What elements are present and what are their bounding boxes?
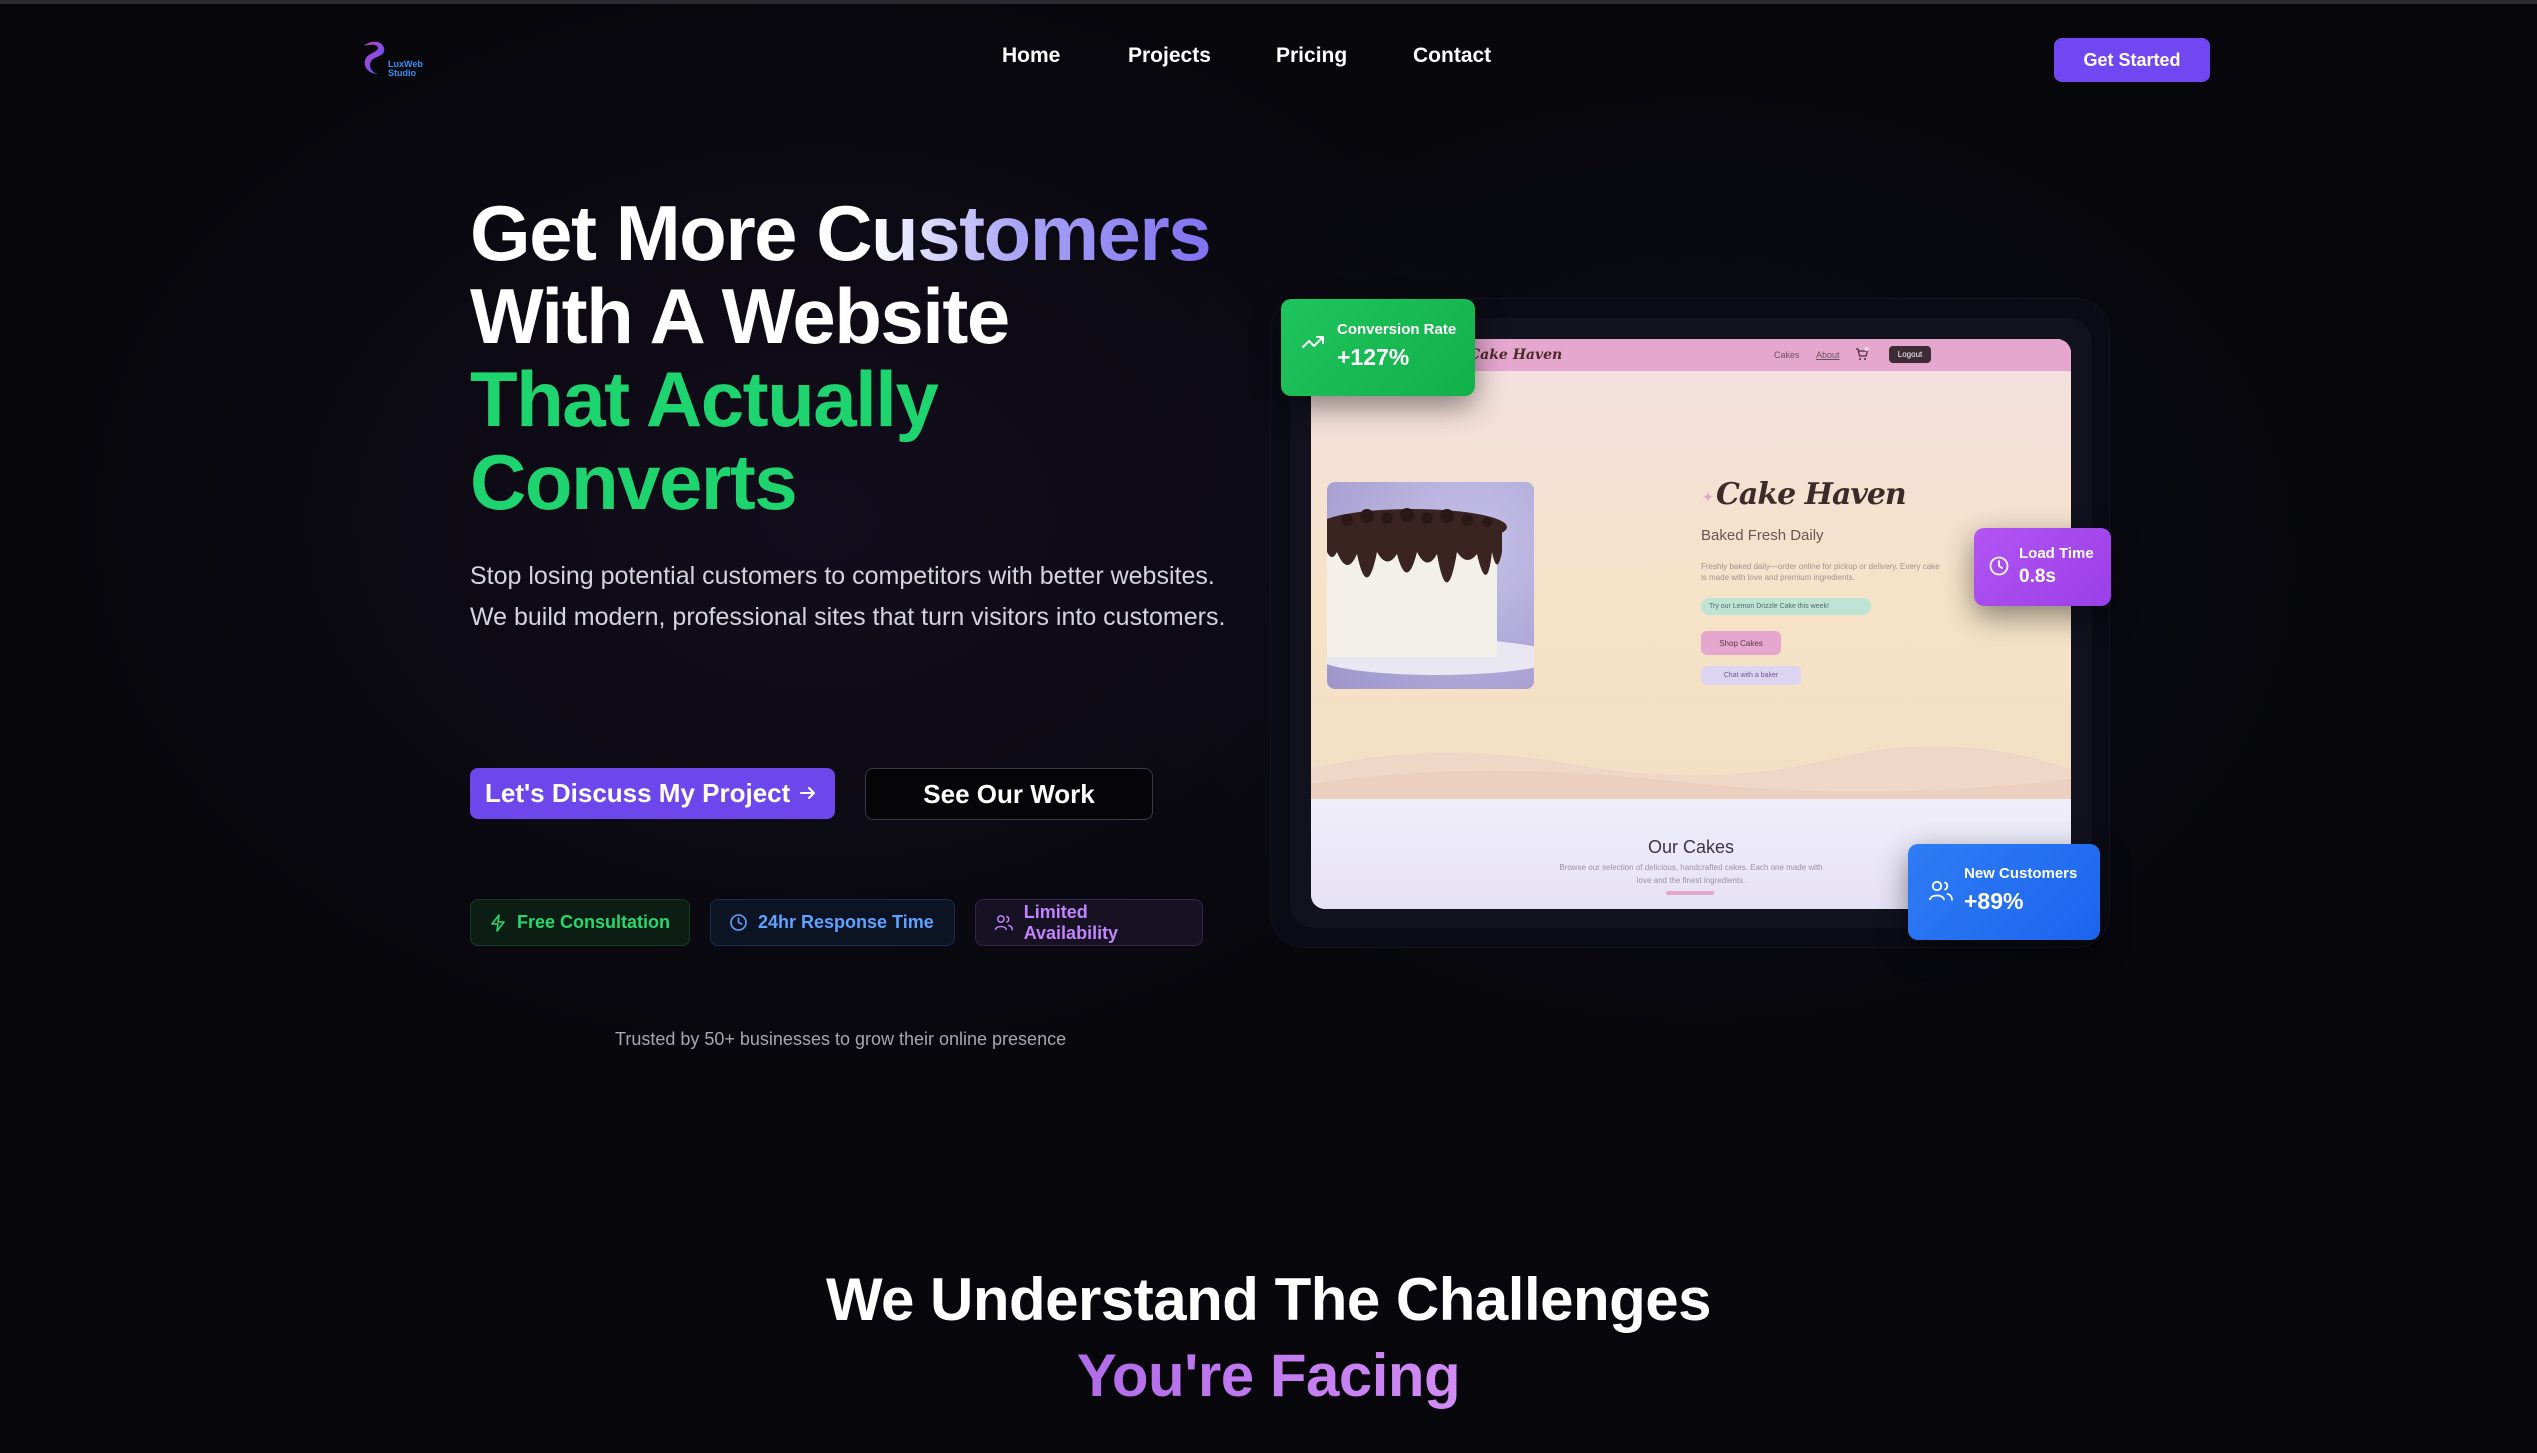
- headline-line2: With A Website: [470, 275, 1230, 358]
- top-border: [0, 0, 2537, 4]
- challenges-heading: We Understand The Challenges You're Faci…: [0, 1262, 2537, 1414]
- hero-subtext: Stop losing potential customers to compe…: [470, 562, 1226, 631]
- clock-icon: [730, 914, 747, 931]
- cake-image: [1327, 482, 1534, 689]
- stat-card-load-time: Load Time 0.8s: [1974, 528, 2111, 606]
- discuss-project-label: Let's Discuss My Project: [485, 778, 791, 808]
- preview-nav-brand: Cake Haven: [1469, 347, 1563, 363]
- preview-chat-button: Chat with a baker: [1701, 666, 1801, 685]
- trending-up-icon: [1302, 336, 1324, 348]
- preview-shop-button: Shop Cakes: [1701, 631, 1781, 655]
- page: LuxWeb Studio Home Projects Pricing Cont…: [0, 0, 2537, 1453]
- stat-load-label: Load Time: [2019, 545, 2094, 562]
- headline-line4: Converts: [470, 438, 798, 526]
- preview-promo-pill: Try our Lemon Drizzle Cake this week!: [1701, 598, 1871, 615]
- cart-icon: [1856, 347, 1869, 360]
- website-preview: Cake Haven Cakes About Logout ✦ Cake Hav…: [1311, 339, 2071, 909]
- preview-wave: [1311, 746, 2071, 799]
- nav-link-projects[interactable]: Projects: [1128, 44, 1211, 68]
- preview-hero-title: Cake Haven: [1716, 477, 1907, 512]
- stat-new-customers-value: +89%: [1964, 888, 2024, 914]
- preview-logout-button: Logout: [1889, 346, 1931, 363]
- preview-hero-description: Freshly baked daily—order online for pic…: [1701, 562, 1940, 582]
- stat-card-new-customers: New Customers +89%: [1908, 844, 2100, 940]
- nav-link-contact[interactable]: Contact: [1413, 44, 1491, 68]
- preview-nav-about: About: [1816, 350, 1840, 360]
- badge-response-time-label: 24hr Response Time: [758, 912, 934, 932]
- stat-conversion-label: Conversion Rate: [1337, 321, 1457, 338]
- badge-free-consultation-label: Free Consultation: [517, 912, 671, 932]
- preview-accent-bar: [1666, 891, 1714, 895]
- nav-link-pricing[interactable]: Pricing: [1276, 44, 1347, 68]
- challenges-heading-line2: You're Facing: [1077, 1338, 1461, 1414]
- stat-card-conversion: Conversion Rate +127%: [1281, 299, 1475, 396]
- sparkle-icon: ✦: [1702, 489, 1714, 505]
- see-our-work-button[interactable]: See Our Work: [865, 768, 1153, 820]
- stat-load-value: 0.8s: [2019, 566, 2056, 587]
- get-started-button[interactable]: Get Started: [2054, 38, 2210, 82]
- stat-new-customers-label: New Customers: [1964, 865, 2078, 882]
- challenges-heading-line1: We Understand The Challenges: [825, 1266, 1712, 1333]
- badge-limited-availability: Limited Availability: [975, 899, 1203, 946]
- users-icon: [1929, 880, 1953, 901]
- hero-headline: Get More Customers With A Website That A…: [470, 192, 1230, 524]
- clock-icon: [1989, 556, 2009, 576]
- users-icon: [994, 914, 1013, 931]
- trusted-text: Trusted by 50+ businesses to grow their …: [615, 1029, 1067, 1049]
- arrow-right-icon: [800, 787, 815, 799]
- cake-illustration: [1327, 508, 1534, 675]
- preview-hero-subtitle: Baked Fresh Daily: [1701, 527, 1824, 544]
- preview-nav-cakes: Cakes: [1774, 350, 1800, 360]
- headline-line1: Get More Customers: [470, 192, 1230, 275]
- stat-conversion-value: +127%: [1337, 344, 1410, 370]
- badge-limited-availability-label: Limited Availability: [1023, 901, 1119, 943]
- headline-line3: That Actually: [470, 355, 939, 443]
- badge-response-time: 24hr Response Time: [710, 899, 955, 946]
- preview-our-cakes-desc: Browse our selection of delicious, handc…: [1559, 863, 1823, 885]
- nav-link-home[interactable]: Home: [1002, 44, 1060, 68]
- lightning-icon: [491, 913, 505, 932]
- discuss-project-button[interactable]: Let's Discuss My Project: [470, 768, 835, 819]
- badge-free-consultation: Free Consultation: [470, 899, 690, 946]
